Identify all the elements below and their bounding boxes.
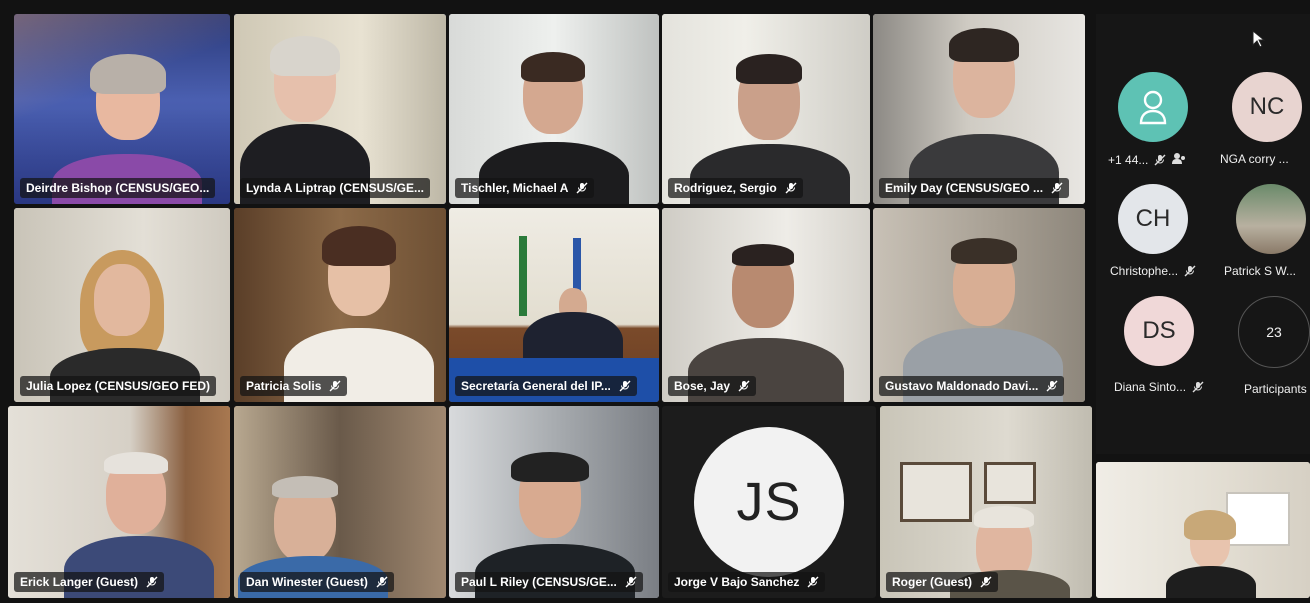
video-tile[interactable]: Patricia Solis — [234, 208, 446, 402]
mic-muted-icon — [619, 380, 631, 392]
participant-name: Dan Winester (Guest) — [240, 572, 394, 592]
mic-muted-icon — [1046, 380, 1058, 392]
mic-muted-icon — [1184, 265, 1196, 277]
participant-name: Deirdre Bishop (CENSUS/GEO... — [20, 178, 216, 198]
video-tile[interactable]: Dan Winester (Guest) — [234, 406, 446, 598]
video-tile-active-speaker[interactable]: Lynda A Liptrap (CENSUS/GE... — [234, 14, 446, 204]
participant-name: Julia Lopez (CENSUS/GEO FED) — [20, 376, 217, 396]
video-tile[interactable]: Gustavo Maldonado Davi... — [873, 208, 1085, 402]
video-tile[interactable]: Emily Day (CENSUS/GEO ... — [873, 14, 1085, 204]
mic-muted-icon — [1051, 182, 1063, 194]
avatar-initials: JS — [694, 427, 844, 577]
participants-label: Participants — [1244, 382, 1307, 396]
mic-muted-icon — [329, 380, 341, 392]
mic-muted-icon — [785, 182, 797, 194]
mic-muted-icon — [1192, 381, 1204, 393]
participant-label: NGA corry ... — [1220, 152, 1289, 166]
video-tile[interactable]: Tischler, Michael A — [449, 14, 659, 204]
participant-name: Patricia Solis — [240, 376, 348, 396]
participant-name: Emily Day (CENSUS/GEO ... — [879, 178, 1070, 198]
video-tile[interactable]: Julia Lopez (CENSUS/GEO FED) — [14, 208, 230, 402]
video-tile[interactable]: Rodriguez, Sergio — [662, 14, 870, 204]
video-tile[interactable]: Roger (Guest) — [880, 406, 1092, 598]
participant-name: Secretaría General del IP... — [455, 376, 637, 396]
video-tile-no-video[interactable]: JS Jorge V Bajo Sanchez — [662, 406, 876, 598]
participant-name: Lynda A Liptrap (CENSUS/GE... — [240, 178, 431, 198]
mic-muted-icon — [980, 576, 992, 588]
participant-avatar[interactable] — [1118, 72, 1188, 142]
video-tile[interactable]: Paul L Riley (CENSUS/GE... — [449, 406, 659, 598]
participant-label: Patrick S W... — [1224, 264, 1297, 278]
participant-avatar[interactable]: CH — [1118, 184, 1188, 254]
mouse-cursor-icon — [1252, 29, 1266, 53]
participant-name: Tischler, Michael A — [455, 178, 595, 198]
participant-name: Erick Langer (Guest) — [14, 572, 165, 592]
mic-muted-icon — [1154, 154, 1166, 166]
participant-name: Gustavo Maldonado Davi... — [879, 376, 1065, 396]
participant-avatar[interactable]: NC — [1232, 72, 1302, 142]
participant-name: Paul L Riley (CENSUS/GE... — [455, 572, 643, 592]
person-icon — [1139, 90, 1167, 125]
self-view-tile[interactable] — [1096, 462, 1310, 598]
participant-count-button[interactable]: 23 — [1238, 296, 1310, 368]
video-tile[interactable]: Bose, Jay — [662, 208, 870, 402]
video-tile[interactable]: Secretaría General del IP... — [449, 208, 659, 402]
participant-name: Bose, Jay — [668, 376, 757, 396]
participant-label: Christophe... — [1110, 264, 1196, 278]
phone-user-icon — [1172, 152, 1186, 167]
mic-muted-icon — [376, 576, 388, 588]
participant-label: Diana Sinto... — [1114, 380, 1204, 394]
mic-muted-icon — [576, 182, 588, 194]
mic-muted-icon — [625, 576, 637, 588]
participant-avatar[interactable]: DS — [1124, 296, 1194, 366]
participant-name: Roger (Guest) — [886, 572, 999, 592]
mic-muted-icon — [738, 380, 750, 392]
video-tile[interactable]: Deirdre Bishop (CENSUS/GEO... — [14, 14, 230, 204]
mic-muted-icon — [807, 576, 819, 588]
participant-name: Jorge V Bajo Sanchez — [668, 572, 826, 592]
participants-panel: +1 44... NC NGA corry ... CH Christophe.… — [1096, 14, 1310, 454]
participant-label: +1 44... — [1108, 152, 1186, 167]
participant-name: Rodriguez, Sergio — [668, 178, 803, 198]
video-tile[interactable]: Erick Langer (Guest) — [8, 406, 230, 598]
participant-avatar-photo[interactable] — [1236, 184, 1306, 254]
mic-muted-icon — [146, 576, 158, 588]
